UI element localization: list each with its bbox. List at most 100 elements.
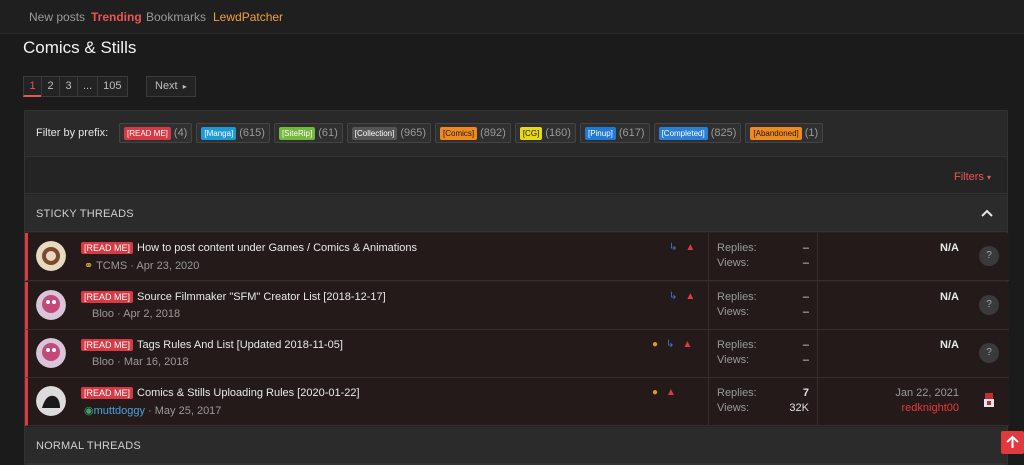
nav-new-posts[interactable]: New posts <box>29 10 85 24</box>
thread-title[interactable]: Comics & Stills Uploading Rules [2020-01… <box>137 387 360 399</box>
thread-status-icons: ↳ ▲ <box>669 291 695 302</box>
prefix-filter-chip[interactable]: [Pinup] (617) <box>579 123 650 143</box>
dog-icon: ◉ <box>84 405 94 417</box>
avatar[interactable] <box>36 338 66 368</box>
caret-down-icon: ▾ <box>986 173 991 182</box>
prefix-count: (61) <box>318 127 338 139</box>
normal-threads-label: NORMAL THREADS <box>36 440 141 452</box>
caret-right-icon: ▸ <box>182 82 187 91</box>
next-page-button[interactable]: Next ▸ <box>146 76 196 97</box>
page-link-3[interactable]: 3 <box>59 76 78 97</box>
views-label: Views: <box>717 402 750 414</box>
last-poster-avatar[interactable] <box>979 390 999 410</box>
prefix-tag: [SiteRip] <box>278 126 316 140</box>
last-post: Jan 22, 2021 redknight00 <box>819 378 967 426</box>
page-jump-ellipsis[interactable]: ... <box>77 76 99 97</box>
prefix-count: (965) <box>400 127 427 139</box>
thread-row[interactable]: [READ ME] Source Filmmaker "SFM" Creator … <box>25 282 1009 330</box>
thread-title[interactable]: Source Filmmaker "SFM" Creator List [201… <box>137 291 386 303</box>
lock-icon: ● <box>652 387 659 398</box>
thread-author[interactable]: TCMS <box>96 260 127 272</box>
readme-prefix[interactable]: [READ ME] <box>81 339 134 351</box>
thread-row[interactable]: [READ ME] Comics & Stills Uploading Rules… <box>25 378 1009 426</box>
thread-date: Mar 16, 2018 <box>123 356 189 368</box>
avatar[interactable] <box>36 241 66 271</box>
prefix-filter-chip[interactable]: [CG] (160) <box>514 123 576 143</box>
thread-title[interactable]: How to post content under Games / Comics… <box>137 242 417 254</box>
views-count: – <box>802 257 809 269</box>
next-label: Next <box>155 80 178 92</box>
avatar[interactable] <box>36 290 66 320</box>
prefix-tag: [Manga] <box>201 126 237 140</box>
replies-label: Replies: <box>717 387 757 399</box>
page-link-2[interactable]: 2 <box>41 76 60 97</box>
lock-icon: ● <box>652 339 659 350</box>
pin-icon: ▲ <box>666 387 676 398</box>
nav-bookmarks[interactable]: Bookmarks <box>146 10 206 24</box>
thread-status-icons: ● ↳ ▲ <box>652 339 692 350</box>
prefix-filter-chip[interactable]: [SiteRip] (61) <box>273 123 343 143</box>
help-icon[interactable]: ? <box>979 246 999 266</box>
last-post-date[interactable]: Jan 22, 2021 <box>895 387 959 399</box>
prefix-filter-chip[interactable]: [Completed] (825) <box>653 123 742 143</box>
pagination: 1 2 3 ... 105 <box>23 76 128 97</box>
thread-title-line: [READ ME] Tags Rules And List [Updated 20… <box>81 339 343 351</box>
page-link-1[interactable]: 1 <box>23 76 42 97</box>
views-count: – <box>802 354 809 366</box>
nav-lewdpatcher[interactable]: LewdPatcher <box>213 10 283 24</box>
filters-button[interactable]: Filters ▾ <box>954 171 991 183</box>
views-count: 32K <box>789 402 809 414</box>
avatar[interactable] <box>36 386 66 416</box>
prefix-count: (825) <box>710 127 737 139</box>
page-link-last[interactable]: 105 <box>97 76 128 97</box>
thread-meta: Bloo · Mar 16, 2018 <box>92 356 189 368</box>
prefix-filter-chip[interactable]: [Abandoned] (1) <box>745 123 824 143</box>
readme-prefix[interactable]: [READ ME] <box>81 387 134 399</box>
prefix-filter-chip[interactable]: [Manga] (615) <box>196 123 270 143</box>
thread-title-line: [READ ME] How to post content under Games… <box>81 242 417 254</box>
top-nav: New posts Trending Bookmarks LewdPatcher <box>0 0 1024 34</box>
prefix-filter-chip[interactable]: [Collection] (965) <box>346 123 432 143</box>
thread-status-icons: ↳ ▲ <box>669 242 695 253</box>
views-label: Views: <box>717 306 750 318</box>
last-post-user[interactable]: redknight00 <box>902 402 960 414</box>
thread-author[interactable]: Bloo <box>92 308 114 320</box>
help-icon[interactable]: ? <box>979 295 999 315</box>
help-icon[interactable]: ? <box>979 343 999 363</box>
thread-meta: ⚭ TCMS · Apr 23, 2020 <box>84 260 200 272</box>
prefix-count: (617) <box>618 127 645 139</box>
normal-threads-header: NORMAL THREADS <box>25 427 1007 464</box>
thread-stats: Replies: – Views: – <box>708 233 818 281</box>
chevron-up-icon[interactable] <box>981 207 993 219</box>
thread-author[interactable]: Bloo <box>92 356 114 368</box>
thread-stats: Replies: – Views: – <box>708 330 818 378</box>
thread-author[interactable]: muttdoggy <box>94 405 145 417</box>
prefix-count: (4) <box>173 127 188 139</box>
prefix-filter-chip[interactable]: [Comics] (892) <box>435 123 511 143</box>
replies-label: Replies: <box>717 242 757 254</box>
prefix-chips: [READ ME] (4) [Manga] (615) [SiteRip] (61) [Co… <box>119 123 824 143</box>
redirect-icon: ↳ <box>666 339 675 350</box>
thread-row[interactable]: [READ ME] How to post content under Games… <box>25 233 1009 281</box>
thread-title[interactable]: Tags Rules And List [Updated 2018-11-05] <box>137 339 343 351</box>
last-post: N/A <box>819 282 967 330</box>
thread-title-line: [READ ME] Comics & Stills Uploading Rules… <box>81 387 360 399</box>
pin-icon: ▲ <box>685 291 696 302</box>
replies-count: – <box>802 242 809 254</box>
last-post-na: N/A <box>940 291 959 303</box>
prefix-tag: [Pinup] <box>584 126 616 140</box>
filter-label: Filter by prefix: <box>36 127 109 139</box>
thread-row[interactable]: [READ ME] Tags Rules And List [Updated 20… <box>25 330 1009 378</box>
prefix-count: (1) <box>804 127 819 139</box>
readme-prefix[interactable]: [READ ME] <box>81 291 134 303</box>
prefix-tag: [Completed] <box>658 126 708 140</box>
readme-prefix[interactable]: [READ ME] <box>81 242 134 254</box>
prefix-tag: [READ ME] <box>124 126 171 140</box>
nav-trending[interactable]: Trending <box>91 10 142 24</box>
thread-title-line: [READ ME] Source Filmmaker "SFM" Creator … <box>81 291 386 303</box>
redirect-icon: ↳ <box>669 291 678 302</box>
scroll-to-top-button[interactable] <box>1001 431 1024 454</box>
prefix-filter-chip[interactable]: [READ ME] (4) <box>119 123 193 143</box>
thread-list-block: Filter by prefix: [READ ME] (4) [Manga] (61… <box>24 110 1009 465</box>
replies-label: Replies: <box>717 291 757 303</box>
